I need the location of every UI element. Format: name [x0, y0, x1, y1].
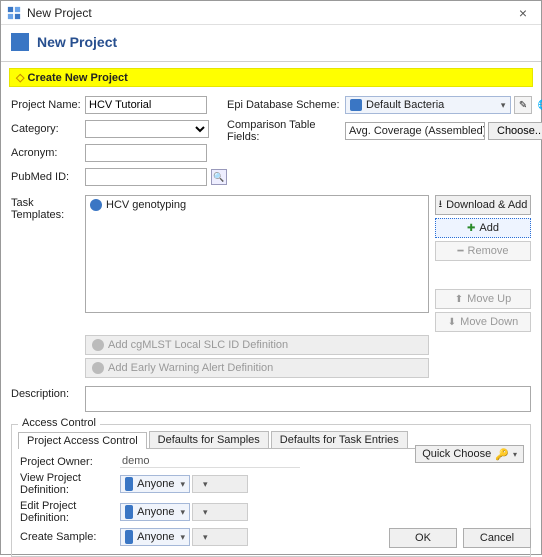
alert-icon [92, 362, 104, 374]
acronym-label: Acronym: [11, 147, 85, 159]
ctf-value: Avg. Coverage (Assembled), Approximate… [345, 122, 485, 140]
remove-button: ━ Remove [435, 241, 531, 261]
arrow-down-icon: ⬇ [448, 317, 456, 328]
close-button[interactable]: × [511, 5, 535, 21]
project-owner-value: demo [120, 455, 300, 468]
move-down-button: ⬇ Move Down [435, 312, 531, 332]
epi-globe-icon[interactable]: 🌐 [535, 96, 542, 114]
minus-icon: ━ [458, 246, 464, 257]
app-icon [7, 6, 21, 20]
ctf-label: Comparison Table Fields: [227, 119, 345, 143]
add-early-warning-button: Add Early Warning Alert Definition [85, 358, 429, 378]
cancel-button[interactable]: Cancel [463, 528, 531, 548]
pubmed-label: PubMed ID: [11, 171, 85, 183]
pubmed-input[interactable] [85, 168, 207, 186]
dialog-title: New Project [37, 34, 117, 50]
list-item[interactable]: HCV genotyping [90, 198, 424, 212]
cgmlst-icon [92, 339, 104, 351]
view-def-secondary-select: ▾ [192, 475, 248, 493]
ctf-choose-button[interactable]: Choose... [488, 122, 542, 140]
description-label: Description: [11, 386, 85, 400]
dialog-footer: OK Cancel [1, 528, 541, 548]
chevron-down-icon: ▾ [513, 450, 517, 459]
project-icon [11, 33, 29, 51]
category-label: Category: [11, 123, 85, 135]
tab-project-access-control[interactable]: Project Access Control [18, 432, 147, 449]
project-name-input[interactable] [85, 96, 207, 114]
description-textarea[interactable] [85, 386, 531, 412]
epi-scheme-select[interactable]: Default Bacteria ▾ [345, 96, 511, 114]
tab-defaults-samples[interactable]: Defaults for Samples [149, 431, 269, 448]
edit-def-label: Edit Project Definition: [20, 500, 120, 524]
epi-scheme-value: Default Bacteria [366, 99, 444, 111]
tab-defaults-task-entries[interactable]: Defaults for Task Entries [271, 431, 408, 448]
view-def-label: View Project Definition: [20, 472, 120, 496]
add-cgmlst-button: Add cgMLST Local SLC ID Definition [85, 335, 429, 355]
project-owner-label: Project Owner: [20, 456, 120, 468]
task-templates-label: Task Templates: [11, 195, 85, 332]
template-name: HCV genotyping [106, 199, 186, 211]
edit-def-secondary-select: ▾ [192, 503, 248, 521]
access-control-legend: Access Control [18, 417, 100, 429]
task-templates-list[interactable]: HCV genotyping [85, 195, 429, 313]
edit-def-select[interactable]: Anyone▾ [120, 503, 190, 521]
key-icon: 🔑 [495, 448, 509, 461]
dialog-header: New Project [1, 25, 541, 62]
epi-scheme-label: Epi Database Scheme: [227, 99, 345, 111]
banner-text: Create New Project [28, 72, 128, 84]
create-project-banner: Create New Project [9, 68, 533, 87]
window-title: New Project [27, 6, 511, 20]
download-add-button[interactable]: ⭳ Download & Add [435, 195, 531, 215]
plus-icon: ✚ [467, 223, 475, 234]
users-icon [125, 477, 133, 491]
ok-button[interactable]: OK [389, 528, 457, 548]
acronym-input[interactable] [85, 144, 207, 162]
project-name-label: Project Name: [11, 99, 85, 111]
quick-choose-button[interactable]: Quick Choose 🔑 ▾ [415, 445, 524, 463]
bacteria-icon [350, 99, 362, 111]
users-icon [125, 505, 133, 519]
category-select[interactable] [85, 120, 209, 138]
view-def-select[interactable]: Anyone▾ [120, 475, 190, 493]
titlebar: New Project × [1, 1, 541, 25]
pubmed-lookup-icon[interactable]: 🔍 [211, 169, 227, 185]
arrow-up-icon: ⬆ [455, 294, 463, 305]
download-icon: ⭳ [439, 197, 443, 214]
move-up-button: ⬆ Move Up [435, 289, 531, 309]
epi-edit-button[interactable]: ✎ [514, 96, 532, 114]
form-area: Project Name: Category: Acronym: PubMed … [1, 91, 541, 412]
add-button[interactable]: ✚ Add [435, 218, 531, 238]
template-icon [90, 199, 102, 211]
